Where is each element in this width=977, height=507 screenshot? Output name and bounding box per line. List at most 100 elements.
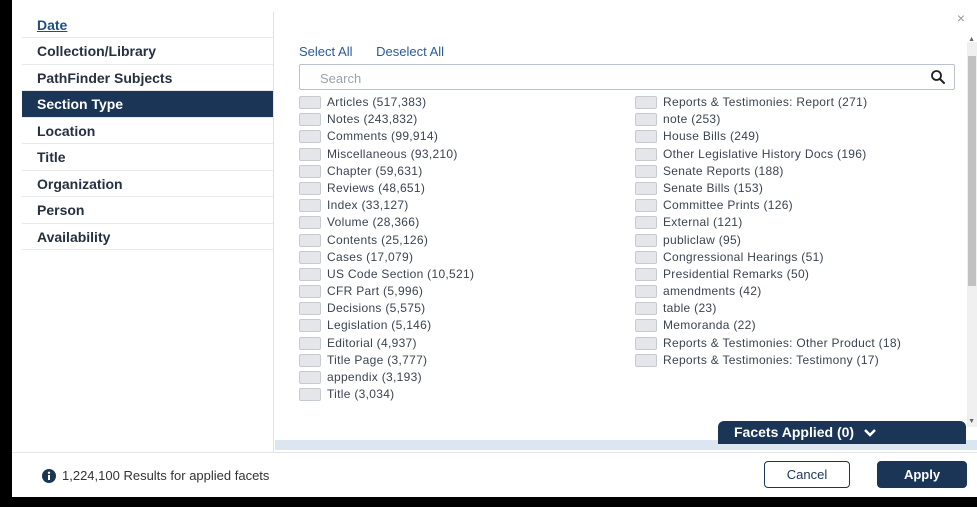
facet-option[interactable]: Title Page (3,777) [299,353,634,367]
facet-option[interactable]: Comments (99,914) [299,129,634,144]
facet-option[interactable]: Volume (28,366) [299,216,634,230]
facet-option-label: appendix (3,193) [327,370,422,384]
facet-checkbox[interactable] [635,199,657,213]
facet-option[interactable]: Committee Prints (126) [635,199,955,213]
facet-options-panel: Select All Deselect All Search Articles … [275,12,977,452]
facet-checkbox[interactable] [635,147,657,161]
facet-checkbox[interactable] [299,130,321,144]
facet-checkbox[interactable] [299,250,321,264]
facet-option[interactable]: External (121) [635,215,955,230]
facet-option[interactable]: note (253) [635,112,955,127]
facet-checkbox[interactable] [299,336,321,350]
facet-option[interactable]: Reviews (48,651) [299,181,634,195]
scroll-down-icon[interactable]: ▼ [968,418,975,425]
facet-option[interactable]: Decisions (5,575) [299,302,634,316]
facet-option[interactable]: Miscellaneous (93,210) [299,147,634,161]
facet-option[interactable]: CFR Part (5,996) [299,285,634,299]
sidebar-item-organization[interactable]: Organization [22,171,273,197]
facet-checkbox[interactable] [635,181,657,195]
facet-option-label: External (121) [663,215,743,230]
sidebar-item-collection-library[interactable]: Collection/Library [22,38,273,65]
facet-checkbox[interactable] [635,285,657,299]
facet-option[interactable]: Reports & Testimonies: Testimony (17) [635,353,955,367]
sidebar-item-title[interactable]: Title [22,144,273,171]
facet-option[interactable]: Title (3,034) [299,388,634,402]
facet-option-label: Chapter (59,631) [327,163,423,178]
search-input[interactable]: Search [299,64,955,90]
facet-checkbox[interactable] [635,302,657,316]
facet-option[interactable]: appendix (3,193) [299,371,634,384]
facet-option[interactable]: Legislation (5,146) [299,319,634,333]
facet-option[interactable]: Cases (17,079) [299,250,634,264]
facet-option[interactable]: Notes (243,832) [299,113,634,127]
facet-checkbox[interactable] [635,353,657,367]
facet-checkbox[interactable] [299,147,321,161]
facet-checkbox[interactable] [635,130,657,144]
sidebar-item-availability[interactable]: Availability [22,224,273,250]
facet-option[interactable]: Chapter (59,631) [299,163,634,178]
cancel-button[interactable]: Cancel [764,461,850,488]
scrollbar-thumb[interactable] [968,56,976,286]
deselect-all-link[interactable]: Deselect All [376,44,444,59]
facet-option[interactable]: amendments (42) [635,285,955,299]
sidebar-item-person[interactable]: Person [22,197,273,224]
facet-option-label: Congressional Hearings (51) [663,249,824,264]
facet-checkbox[interactable] [299,371,321,384]
facet-option[interactable]: US Code Section (10,521) [299,267,634,281]
facet-checkbox[interactable] [299,267,321,281]
info-icon [42,469,56,483]
facet-option[interactable]: table (23) [635,302,955,316]
sidebar-item-location[interactable]: Location [22,118,273,144]
facet-checkbox[interactable] [635,250,657,264]
facet-option-label: Senate Bills (153) [663,180,764,195]
facet-checkbox[interactable] [299,302,321,316]
facet-option[interactable]: Articles (517,383) [299,96,634,109]
facet-checkbox[interactable] [635,336,657,350]
facet-option[interactable]: Senate Reports (188) [635,164,955,178]
facet-checkbox[interactable] [299,181,321,195]
facet-checkbox[interactable] [635,319,657,333]
sidebar-item-section-type[interactable]: Section Type [22,91,273,118]
facet-option-label: note (253) [663,112,721,127]
facet-checkbox[interactable] [635,233,657,247]
facet-option[interactable]: Contents (25,126) [299,233,634,247]
scroll-up-icon[interactable]: ▲ [968,36,975,43]
facet-option[interactable]: Reports & Testimonies: Other Product (18… [635,335,955,350]
facet-option[interactable]: Index (33,127) [299,199,634,213]
selection-links: Select All Deselect All [299,44,464,59]
select-all-link[interactable]: Select All [299,44,352,59]
facet-checkbox[interactable] [299,96,321,109]
sidebar-item-pathfinder-subjects[interactable]: PathFinder Subjects [22,65,273,91]
facet-checkbox[interactable] [299,353,321,367]
facet-option[interactable]: Memoranda (22) [635,319,955,333]
facet-checkbox[interactable] [635,164,657,178]
facet-option[interactable]: Presidential Remarks (50) [635,267,955,281]
facet-option[interactable]: Reports & Testimonies: Report (271) [635,96,955,109]
facet-checkbox[interactable] [299,285,321,299]
facet-option[interactable]: House Bills (249) [635,130,955,144]
chevron-down-icon [864,429,876,438]
search-icon[interactable] [930,69,946,85]
apply-button[interactable]: Apply [877,461,967,488]
facet-option-label: Comments (99,914) [327,129,439,144]
facet-checkbox[interactable] [635,113,657,127]
facet-option[interactable]: publiclaw (95) [635,233,955,247]
facet-option[interactable]: Other Legislative History Docs (196) [635,147,955,161]
facet-checkbox[interactable] [299,233,321,247]
facet-checkbox[interactable] [635,216,657,230]
facet-checkbox[interactable] [299,113,321,127]
facets-applied-button[interactable]: Facets Applied (0) [718,421,966,444]
facet-option[interactable]: Senate Bills (153) [635,180,955,195]
facet-checkbox[interactable] [299,319,321,333]
sidebar-item-date[interactable]: Date [22,12,273,38]
facet-checkbox[interactable] [299,164,321,178]
facet-option-label: Reports & Testimonies: Other Product (18… [663,335,902,350]
facet-option[interactable]: Editorial (4,937) [299,336,634,350]
results-count: 1,224,100 Results for applied facets [62,468,270,483]
facet-checkbox[interactable] [299,216,321,230]
facet-option[interactable]: Congressional Hearings (51) [635,249,955,264]
facet-checkbox[interactable] [635,96,657,109]
facet-checkbox[interactable] [299,388,321,402]
facet-checkbox[interactable] [299,199,321,213]
facet-checkbox[interactable] [635,267,657,281]
